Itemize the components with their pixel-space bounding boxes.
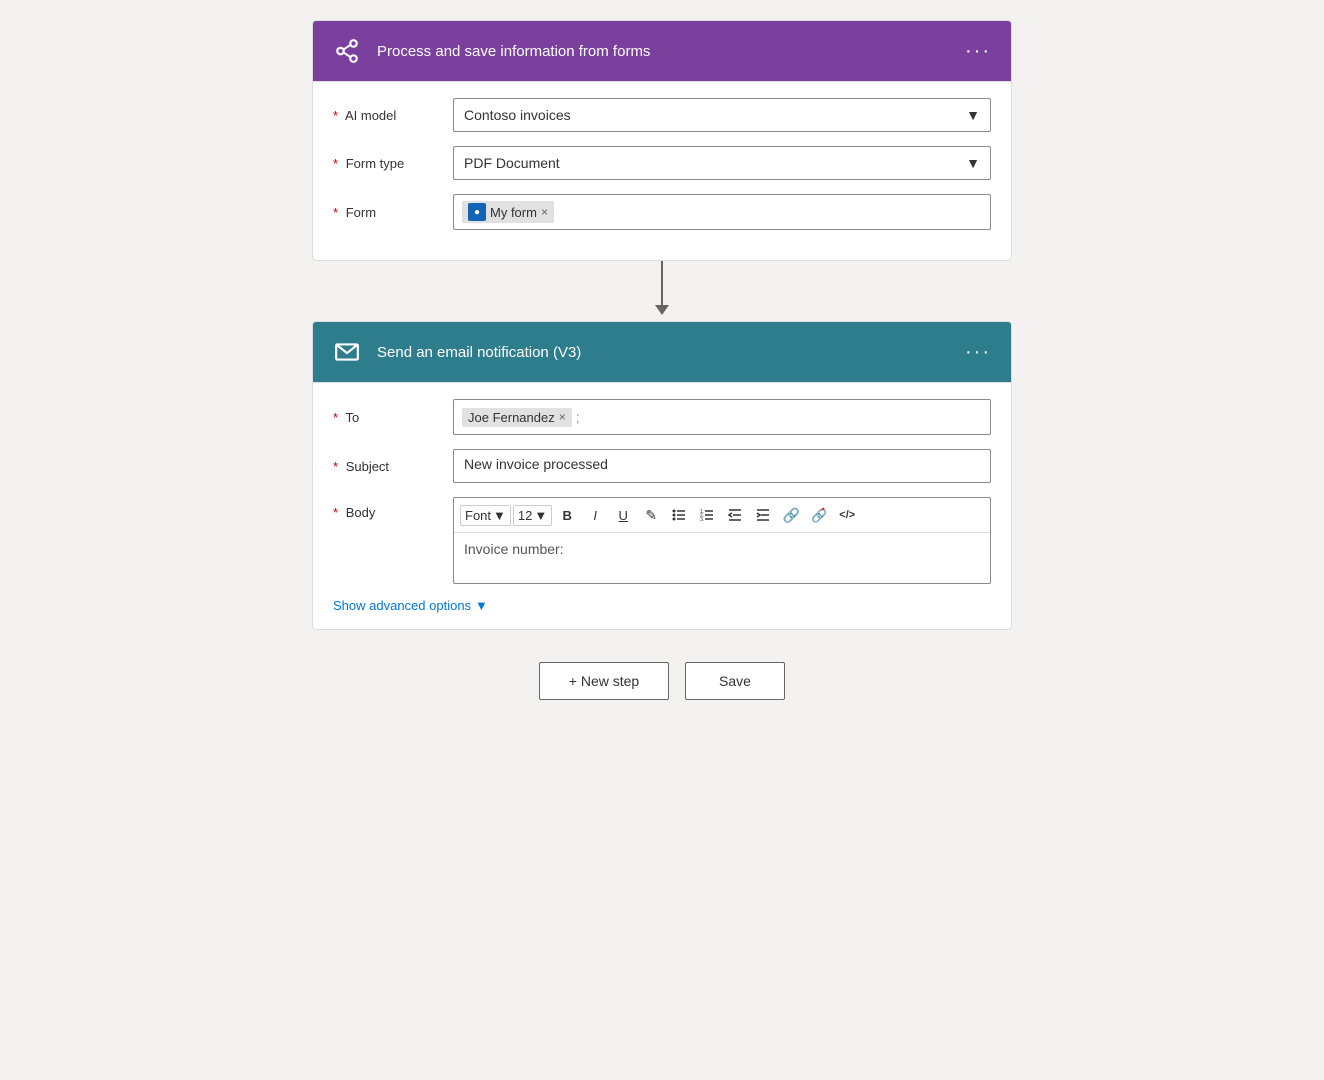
subject-label: * Subject (333, 459, 453, 474)
form-row: * Form ● My form × (333, 194, 991, 230)
unlink-button[interactable]: 🔗 (806, 502, 832, 528)
ai-model-required: * (333, 108, 338, 123)
font-dropdown-arrow: ▼ (493, 508, 506, 523)
underline-button[interactable]: U (610, 502, 636, 528)
to-required: * (333, 410, 338, 425)
form-type-dropdown[interactable]: PDF Document ▼ (453, 146, 991, 180)
body-row: * Body Font ▼ 12 ▼ (333, 497, 991, 584)
form-tag-input[interactable]: ● My form × (453, 194, 991, 230)
subject-row: * Subject New invoice processed (333, 449, 991, 483)
show-advanced-chevron: ▼ (475, 598, 488, 613)
body-label: * Body (333, 497, 453, 520)
italic-button[interactable]: I (582, 502, 608, 528)
font-select[interactable]: Font ▼ (460, 505, 511, 526)
ai-model-dropdown[interactable]: Contoso invoices ▼ (453, 98, 991, 132)
body-content[interactable]: Invoice number: (454, 533, 990, 583)
step2-header: Send an email notification (V3) ··· (313, 322, 1011, 383)
to-tag-input[interactable]: Joe Fernandez × ; (453, 399, 991, 435)
to-row: * To Joe Fernandez × ; (333, 399, 991, 435)
subject-input[interactable]: New invoice processed (453, 449, 991, 483)
joe-fernandez-tag: Joe Fernandez × (462, 408, 572, 427)
step1-icon (329, 33, 365, 69)
svg-text:3.: 3. (700, 517, 704, 522)
form-tag-icon: ● (468, 203, 486, 221)
ai-model-label: * AI model (333, 108, 453, 123)
joe-fernandez-tag-close[interactable]: × (559, 410, 566, 424)
step1-header: Process and save information from forms … (313, 21, 1011, 82)
step2-icon (329, 334, 365, 370)
body-editor[interactable]: Font ▼ 12 ▼ B I U (453, 497, 991, 584)
to-input-cursor: ; (576, 409, 580, 425)
code-button[interactable]: </> (834, 502, 860, 528)
unordered-list-button[interactable] (666, 502, 692, 528)
subject-required: * (333, 459, 338, 474)
step2-card: Send an email notification (V3) ··· * To… (312, 321, 1012, 630)
step1-title: Process and save information from forms (377, 43, 961, 60)
step2-more-button[interactable]: ··· (961, 342, 995, 362)
step1-card: Process and save information from forms … (312, 20, 1012, 261)
svg-text:🔗: 🔗 (811, 507, 827, 523)
form-label: * Form (333, 205, 453, 220)
link-button[interactable]: 🔗 (778, 502, 804, 528)
bottom-buttons: + New step Save (539, 662, 785, 700)
arrow-line-1 (661, 261, 663, 305)
save-button[interactable]: Save (685, 662, 785, 700)
form-type-dropdown-arrow: ▼ (966, 155, 980, 171)
form-required: * (333, 205, 338, 220)
ai-model-dropdown-arrow: ▼ (966, 107, 980, 123)
step2-title: Send an email notification (V3) (377, 344, 961, 361)
highlight-button[interactable]: ✎ (638, 502, 664, 528)
body-required: * (333, 505, 338, 520)
ordered-list-button[interactable]: 1.2.3. (694, 502, 720, 528)
increase-indent-button[interactable] (750, 502, 776, 528)
step1-body: * AI model Contoso invoices ▼ * Form typ… (313, 82, 1011, 260)
step2-body: * To Joe Fernandez × ; * Subject (313, 383, 1011, 629)
decrease-indent-button[interactable] (722, 502, 748, 528)
my-form-tag: ● My form × (462, 201, 554, 223)
arrow-head-1 (655, 305, 669, 315)
to-label: * To (333, 410, 453, 425)
form-type-required: * (333, 156, 338, 171)
step1-more-button[interactable]: ··· (961, 41, 995, 61)
body-toolbar: Font ▼ 12 ▼ B I U (454, 498, 990, 533)
arrow-connector-1 (655, 261, 669, 321)
show-advanced-options[interactable]: Show advanced options ▼ (333, 598, 991, 613)
my-form-tag-close[interactable]: × (541, 205, 548, 219)
form-type-label: * Form type (333, 156, 453, 171)
ai-model-row: * AI model Contoso invoices ▼ (333, 98, 991, 132)
new-step-button[interactable]: + New step (539, 662, 669, 700)
font-size-select[interactable]: 12 ▼ (513, 505, 552, 526)
font-size-dropdown-arrow: ▼ (534, 508, 547, 523)
form-type-row: * Form type PDF Document ▼ (333, 146, 991, 180)
bold-button[interactable]: B (554, 502, 580, 528)
